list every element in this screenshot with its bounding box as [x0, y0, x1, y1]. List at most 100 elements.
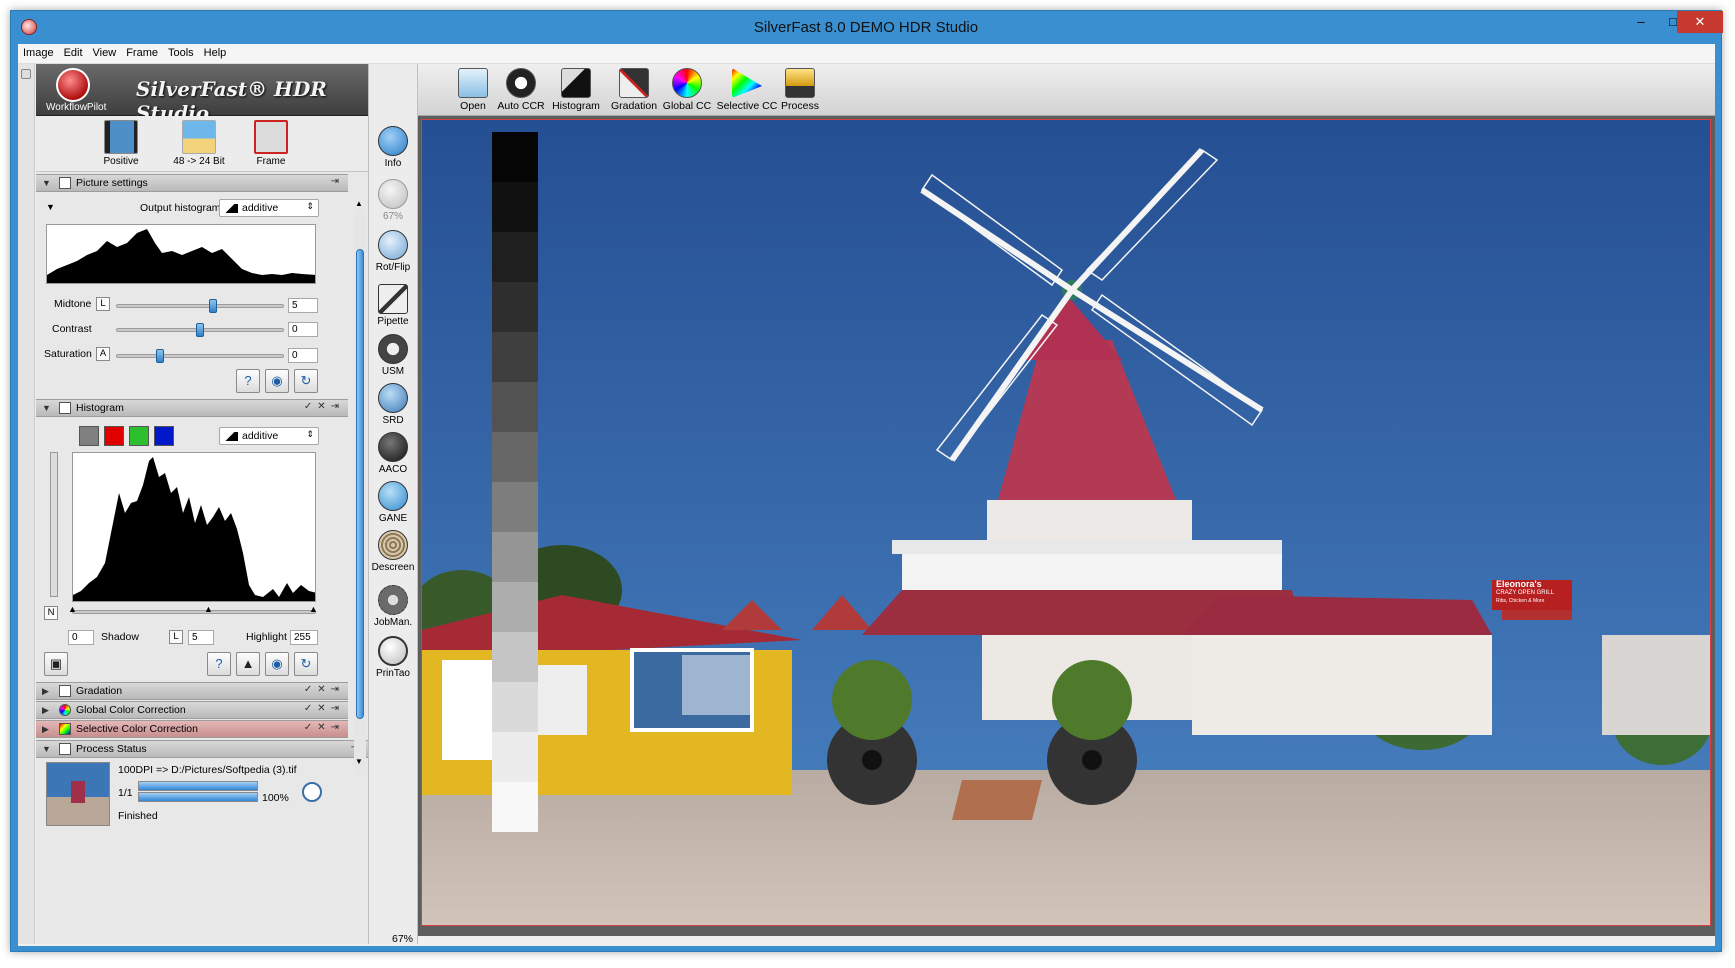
expand-icon[interactable]: ▶ [42, 724, 49, 735]
histogram-vertical-slider[interactable] [50, 452, 58, 597]
selective-color-correction-header[interactable]: ▶ Selective Color Correction ✓✕⇥ [36, 720, 348, 738]
histogram-reset-button[interactable]: ↻ [294, 652, 318, 676]
channel-blue-swatch[interactable] [154, 426, 174, 446]
workflowpilot-logo-icon[interactable] [56, 68, 90, 102]
gane-tool[interactable]: GANE [369, 481, 417, 524]
info-tool[interactable]: Info [369, 126, 417, 169]
open-tool[interactable]: Open [458, 68, 488, 112]
save-button[interactable]: ▣ [44, 652, 68, 676]
bit-depth-button[interactable]: 48 -> 24 Bit [164, 120, 234, 167]
aaco-tool[interactable]: AACO [369, 432, 417, 475]
printao-label: PrinTao [376, 668, 410, 679]
menu-tools[interactable]: Tools [163, 44, 199, 59]
saturation-key[interactable]: A [96, 347, 110, 361]
section-actions-icon[interactable]: ✓✕⇥ [304, 401, 344, 412]
gradation-tool[interactable]: Gradation [606, 68, 662, 112]
section-actions-icon[interactable]: ✓✕⇥ [304, 684, 344, 695]
process-progress-upper [138, 781, 258, 791]
histogram-preview-button[interactable]: ◉ [265, 652, 289, 676]
midtone-marker-icon[interactable]: ▲ [204, 604, 213, 614]
detach-icon[interactable]: ⇥ [331, 176, 344, 187]
scroll-up-icon[interactable]: ▲ [355, 199, 363, 208]
process-status-title: Process Status [76, 743, 147, 755]
srd-tool[interactable]: SRD [369, 383, 417, 426]
expand-icon[interactable]: ▶ [42, 686, 49, 697]
shadow-value[interactable]: 0 [68, 630, 94, 645]
global-color-correction-header[interactable]: ▶ Global Color Correction ✓✕⇥ [36, 701, 348, 719]
histogram-range-slider[interactable] [72, 610, 316, 614]
reset-button[interactable]: ↻ [294, 369, 318, 393]
highlight-marker-icon[interactable]: ▲ [309, 604, 318, 614]
expert-button[interactable]: ▲ [236, 652, 260, 676]
neutral-key[interactable]: N [44, 606, 58, 620]
histogram-key-value[interactable]: 5 [188, 630, 214, 645]
histogram-header[interactable]: ▼ Histogram ✓✕⇥ [36, 399, 348, 417]
midtone-value[interactable]: 5 [288, 298, 318, 313]
saturation-value[interactable]: 0 [288, 348, 318, 363]
histogram-help-button[interactable]: ? [207, 652, 231, 676]
channel-gray-swatch[interactable] [79, 426, 99, 446]
menu-view[interactable]: View [88, 44, 122, 59]
menu-help[interactable]: Help [199, 44, 232, 59]
frame-button[interactable]: Frame [236, 120, 306, 167]
picture-settings-header[interactable]: ▼ Picture settings ⇥ [36, 174, 348, 192]
menu-image[interactable]: Image [18, 44, 59, 59]
section-actions-icon[interactable]: ✓✕⇥ [304, 722, 344, 733]
help-button[interactable]: ? [236, 369, 260, 393]
channel-red-swatch[interactable] [104, 426, 124, 446]
midtone-slider-thumb[interactable] [209, 299, 218, 313]
histogram-mini-icon [224, 432, 238, 441]
expand-icon[interactable]: ▼ [46, 202, 55, 212]
close-button[interactable]: ✕ [1677, 11, 1723, 33]
expand-icon[interactable]: ▶ [42, 705, 49, 716]
output-histogram-select[interactable]: additive ⇕ [219, 199, 319, 217]
preview-image[interactable]: Eleonora's CRAZY OPEN GRILL Ribs, Chicke… [421, 119, 1711, 926]
collapse-icon[interactable]: ▼ [42, 178, 51, 188]
process-status-header[interactable]: ▼ Process Status ⇥ [36, 740, 368, 758]
descreen-tool[interactable]: Descreen [369, 530, 417, 573]
positive-button[interactable]: Positive [86, 120, 156, 167]
midtone-slider[interactable] [116, 304, 284, 308]
title-bar[interactable]: SilverFast 8.0 DEMO HDR Studio – □ ✕ [11, 11, 1723, 44]
selective-cc-tool[interactable]: Selective CC [715, 68, 779, 112]
save-icon: ▣ [49, 656, 63, 671]
shadow-marker-icon[interactable]: ▲ [68, 604, 77, 614]
scrollbar-thumb[interactable] [356, 249, 364, 719]
menu-frame[interactable]: Frame [121, 44, 163, 59]
usm-tool[interactable]: USM [369, 334, 417, 377]
menu-edit[interactable]: Edit [59, 44, 88, 59]
scroll-down-icon[interactable]: ▼ [355, 757, 363, 766]
histogram-mode-select[interactable]: additive ⇕ [219, 427, 319, 445]
collapse-icon[interactable]: ▼ [42, 403, 51, 413]
collapse-icon[interactable]: ▼ [42, 744, 51, 754]
saturation-slider[interactable] [116, 354, 284, 358]
aaco-icon [378, 432, 408, 462]
rotate-flip-tool[interactable]: Rot/Flip [369, 230, 417, 273]
process-queue-icon[interactable] [302, 782, 322, 802]
contrast-slider-thumb[interactable] [196, 323, 204, 337]
histogram-tool[interactable]: Histogram [548, 68, 604, 112]
auto-ccr-tool[interactable]: Auto CCR [496, 68, 546, 112]
section-actions-icon[interactable]: ✓✕⇥ [304, 703, 344, 714]
histogram-key[interactable]: L [169, 630, 183, 644]
contrast-value[interactable]: 0 [288, 322, 318, 337]
process-tool[interactable]: Process [778, 68, 822, 112]
panel-toggle-icon[interactable] [21, 69, 31, 79]
zoom-tool[interactable]: 67% [369, 179, 417, 222]
global-cc-tool[interactable]: Global CC [661, 68, 713, 112]
preview-canvas[interactable]: Eleonora's CRAZY OPEN GRILL Ribs, Chicke… [418, 116, 1715, 936]
highlight-value[interactable]: 255 [290, 630, 318, 645]
channel-green-swatch[interactable] [129, 426, 149, 446]
minimize-button[interactable]: – [1625, 11, 1657, 33]
midtone-key[interactable]: L [96, 297, 110, 311]
printao-tool[interactable]: PrinTao [369, 636, 417, 679]
job-manager-tool[interactable]: JobMan. [369, 585, 417, 628]
info-label: Info [384, 158, 402, 169]
left-panel-scrollbar[interactable]: ▲ ▼ [354, 199, 366, 774]
pipette-tool[interactable]: Pipette [369, 284, 417, 327]
saturation-slider-thumb[interactable] [155, 349, 164, 363]
gradation-header[interactable]: ▶ Gradation ✓✕⇥ [36, 682, 348, 700]
client-area: Image Edit View Frame Tools Help WorkflowPilo… [18, 44, 1715, 946]
preview-button[interactable]: ◉ [265, 369, 289, 393]
main-toolbar: Open Auto CCR Histogram Gradation Global… [418, 64, 1715, 116]
